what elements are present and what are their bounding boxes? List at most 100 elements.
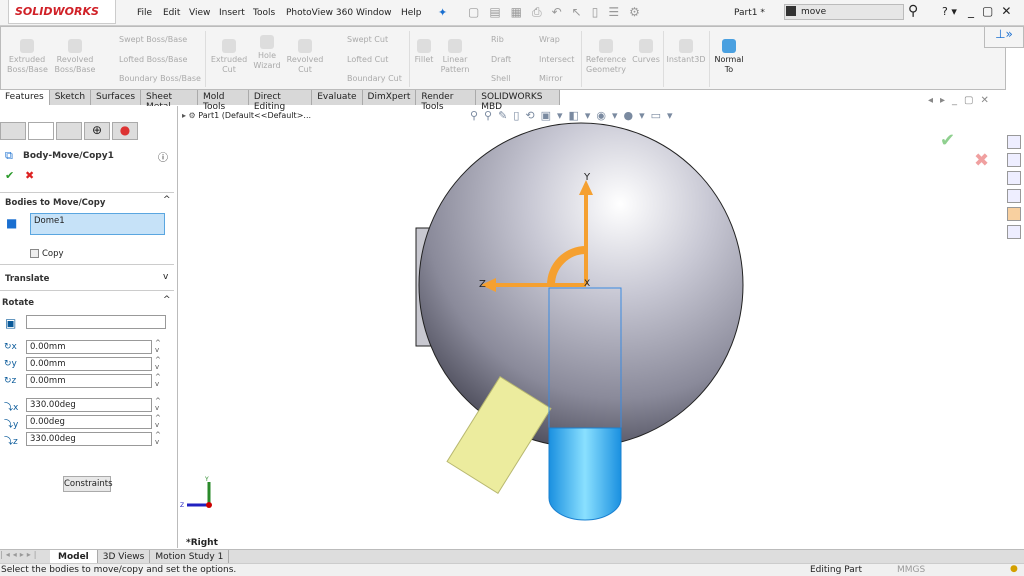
boundary-cut-button[interactable]: Boundary Cut xyxy=(347,74,402,83)
feature-tree-flyout[interactable]: ▸ ⚙ Part1 (Default<<Default>... xyxy=(182,111,311,120)
menu-photoview[interactable]: PhotoView 360 xyxy=(286,8,353,18)
spinner[interactable]: ^ v xyxy=(155,340,161,354)
collapse-chevron-icon[interactable]: ^ xyxy=(163,195,171,205)
tab-direct-editing[interactable]: Direct Editing xyxy=(249,90,313,112)
mirror-button[interactable]: Mirror xyxy=(539,74,563,83)
hole-wizard-button[interactable]: Hole Wizard xyxy=(251,35,283,71)
revolve-cut-icon xyxy=(298,39,312,53)
design-library-icon[interactable] xyxy=(1007,153,1021,167)
intersect-button[interactable]: Intersect xyxy=(539,55,574,64)
boundary-boss-button[interactable]: Boundary Boss/Base xyxy=(119,74,201,83)
tab-mold-tools[interactable]: Mold Tools xyxy=(198,90,249,112)
tab-evaluate[interactable]: Evaluate xyxy=(312,90,363,105)
tab-solidworks-mbd[interactable]: SOLIDWORKS MBD xyxy=(476,90,560,112)
menu-file[interactable]: File xyxy=(137,8,152,18)
angle-x-field[interactable]: 330.00deg xyxy=(26,398,152,412)
window-controls[interactable]: _▢✕ xyxy=(968,4,1019,18)
units-selector[interactable]: MMGS xyxy=(897,565,925,575)
revolved-cut-button[interactable]: Revolved Cut xyxy=(285,39,325,75)
menu-edit[interactable]: Edit xyxy=(163,8,180,18)
tab-3d-views[interactable]: 3D Views xyxy=(98,550,151,563)
rotation-reference-field[interactable] xyxy=(26,315,166,329)
search-icon[interactable]: ⚲ xyxy=(908,3,918,19)
instant3d-button[interactable]: Instant3D xyxy=(665,39,707,65)
bodies-header[interactable]: Bodies to Move/Copy xyxy=(5,198,105,208)
collapse-chevron-icon[interactable]: ^ xyxy=(163,295,171,305)
tab-sheet-metal[interactable]: Sheet Metal xyxy=(141,90,199,112)
bodies-list[interactable]: Dome1 xyxy=(30,213,165,235)
appearance-tab-icon[interactable]: ● xyxy=(112,122,138,140)
reference-geometry-button[interactable]: Reference Geometry xyxy=(585,39,627,75)
file-explorer-icon[interactable] xyxy=(1007,171,1021,185)
copy-checkbox[interactable] xyxy=(30,249,39,258)
menu-view[interactable]: View xyxy=(189,8,210,18)
linear-pattern-button[interactable]: Linear Pattern xyxy=(439,39,471,75)
blue-cylinder[interactable] xyxy=(548,427,622,521)
normal-to-shortcut-icon[interactable]: ⊥» xyxy=(984,26,1024,48)
curves-button[interactable]: Curves xyxy=(631,39,661,65)
normal-to-button[interactable]: Normal To xyxy=(711,39,747,75)
rebuild-icon[interactable]: ● xyxy=(1010,564,1018,574)
rotation-origin-z-field[interactable]: 0.00mm xyxy=(26,374,152,388)
wrap-button[interactable]: Wrap xyxy=(539,35,560,44)
view-palette-icon[interactable] xyxy=(1007,189,1021,203)
tab-model[interactable]: Model xyxy=(50,550,98,563)
pin-icon[interactable]: ✦ xyxy=(438,6,447,19)
rotation-origin-x-field[interactable]: 0.00mm xyxy=(26,340,152,354)
spinner[interactable]: ^ v xyxy=(155,432,161,446)
menu-tools[interactable]: Tools xyxy=(253,8,275,18)
property-manager-tab-icon[interactable] xyxy=(28,122,54,140)
tab-render-tools[interactable]: Render Tools xyxy=(416,90,477,112)
translate-header[interactable]: Translate xyxy=(5,274,49,284)
shell-button[interactable]: Shell xyxy=(491,74,511,83)
solidworks-logo[interactable]: SOLIDWORKS xyxy=(8,0,116,24)
extruded-cut-button[interactable]: Extruded Cut xyxy=(209,39,249,75)
draft-button[interactable]: Draft xyxy=(491,55,511,64)
custom-properties-icon[interactable] xyxy=(1007,225,1021,239)
fillet-button[interactable]: Fillet xyxy=(411,39,437,65)
tab-dimxpert[interactable]: DimXpert xyxy=(363,90,417,105)
lofted-cut-button[interactable]: Lofted Cut xyxy=(347,55,388,64)
rib-button[interactable]: Rib xyxy=(491,35,504,44)
tab-features[interactable]: Features xyxy=(0,90,50,105)
expand-arrow-icon[interactable]: ▸ ⚙ xyxy=(182,111,198,120)
cancel-x-icon[interactable]: ✖ xyxy=(25,169,34,182)
feature-tree-tab-icon[interactable] xyxy=(0,122,26,140)
configuration-tab-icon[interactable] xyxy=(56,122,82,140)
spinner[interactable]: ^ v xyxy=(155,357,161,371)
extruded-boss-button[interactable]: Extruded Boss/Base xyxy=(7,39,48,75)
tab-scroll-buttons[interactable]: |◂◂▸▸| xyxy=(0,550,50,563)
menu-window[interactable]: Window xyxy=(356,8,392,18)
revolved-boss-button[interactable]: Revolved Boss/Base xyxy=(53,39,97,75)
rotation-origin-y-field[interactable]: 0.00mm xyxy=(26,357,152,371)
property-manager: ⊕ ● ⧉ Body-Move/Copy1 ⓘ ✔ ✖ Bodies to Mo… xyxy=(0,106,178,548)
angle-z-field[interactable]: 330.00deg xyxy=(26,432,152,446)
search-input[interactable]: move xyxy=(784,4,904,20)
quick-access-toolbar[interactable]: ▢▤▦⎙↶↖▯☰⚙ xyxy=(468,5,650,20)
home-icon[interactable] xyxy=(1007,135,1021,149)
tab-motion-study[interactable]: Motion Study 1 xyxy=(150,550,230,563)
spinner[interactable]: ^ v xyxy=(155,374,161,388)
angle-y-field[interactable]: 0.00deg xyxy=(26,415,152,429)
breadcrumb[interactable]: Part1 (Default<<Default>... xyxy=(198,111,311,120)
tab-surfaces[interactable]: Surfaces xyxy=(91,90,142,105)
lofted-boss-button[interactable]: Lofted Boss/Base xyxy=(119,55,187,64)
help-icon[interactable]: ⓘ xyxy=(158,149,168,164)
menu-insert[interactable]: Insert xyxy=(219,8,245,18)
appearances-icon[interactable] xyxy=(1007,207,1021,221)
help-icon[interactable]: ? ▾ xyxy=(942,5,957,18)
dimxpert-tab-icon[interactable]: ⊕ xyxy=(84,122,110,140)
rotate-header[interactable]: Rotate xyxy=(2,298,34,308)
revolve-icon xyxy=(68,39,82,53)
swept-boss-button[interactable]: Swept Boss/Base xyxy=(119,35,187,44)
graphics-area[interactable] xyxy=(179,120,1004,548)
tab-sketch[interactable]: Sketch xyxy=(50,90,92,105)
swept-cut-button[interactable]: Swept Cut xyxy=(347,35,388,44)
spinner[interactable]: ^ v xyxy=(155,398,161,412)
expand-chevron-icon[interactable]: v xyxy=(163,272,168,282)
spinner[interactable]: ^ v xyxy=(155,415,161,429)
constraints-button[interactable]: Constraints xyxy=(63,476,113,492)
menu-help[interactable]: Help xyxy=(401,8,422,18)
viewport-window-controls[interactable]: ◂▸_▢✕ xyxy=(928,95,996,106)
ok-check-icon[interactable]: ✔ xyxy=(5,169,14,182)
